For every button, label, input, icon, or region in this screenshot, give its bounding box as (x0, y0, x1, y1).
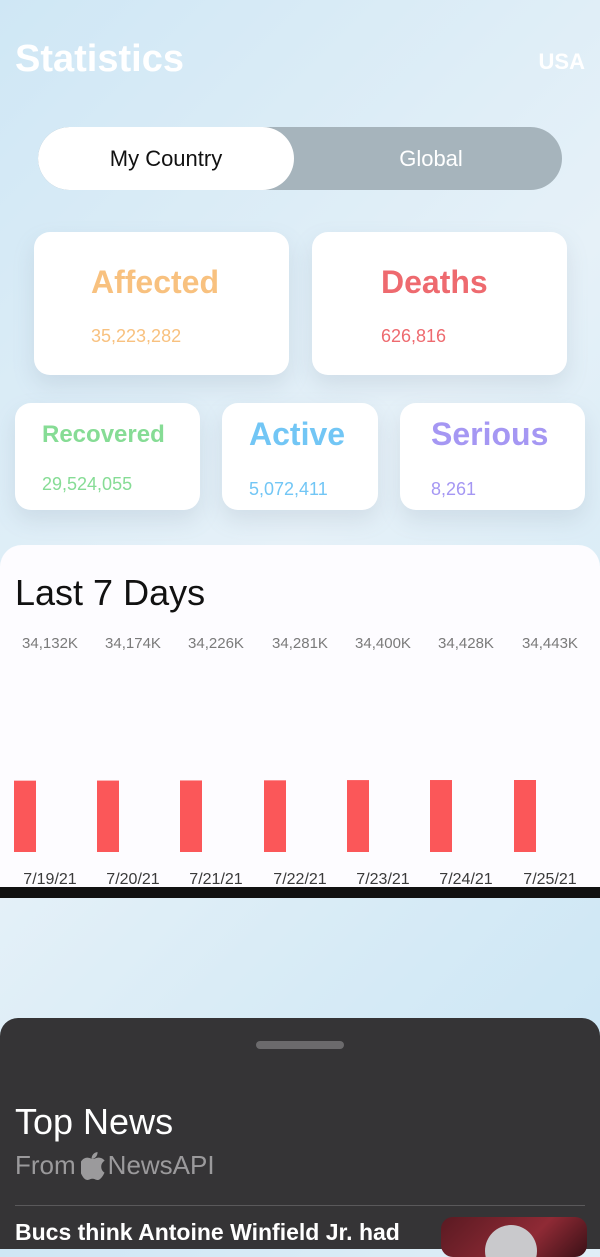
bar-date-label: 7/21/21 (189, 871, 242, 888)
chart-bar (347, 780, 369, 852)
news-title: Top News (15, 1101, 174, 1142)
bar-value-label: 34,428K (438, 635, 494, 652)
page-title: Statistics (15, 38, 184, 80)
bar-value-label: 34,281K (272, 635, 328, 652)
deaths-label: Deaths (381, 264, 488, 300)
news-from-prefix: From (15, 1150, 76, 1180)
affected-card: Affected 35,223,282 (34, 232, 289, 375)
segment-my-country[interactable]: My Country (38, 127, 294, 190)
bar-value-label: 34,132K (22, 635, 78, 652)
serious-card: Serious 8,261 (400, 403, 585, 510)
chart-title: Last 7 Days (15, 572, 206, 613)
chart-bar (180, 780, 202, 852)
deaths-value: 626,816 (381, 326, 447, 346)
separator-bar (0, 887, 600, 898)
chart-bar (264, 780, 286, 852)
bar-value-label: 34,174K (105, 635, 161, 652)
chart-bar (97, 780, 119, 852)
country-label[interactable]: USA (539, 49, 585, 75)
recovered-card: Recovered 29,524,055 (15, 403, 200, 510)
serious-value: 8,261 (431, 479, 477, 499)
affected-value: 35,223,282 (91, 326, 182, 346)
deaths-card: Deaths 626,816 (312, 232, 567, 375)
sheet-drag-handle[interactable] (256, 1041, 344, 1049)
bar-date-label: 7/20/21 (106, 871, 159, 888)
last-7-days-bar-chart: 34,132K 7/19/21 34,174K 7/20/21 34,226K 7/21/… (14, 635, 578, 888)
helmet-image-icon (485, 1225, 537, 1257)
apple-icon (79, 1151, 105, 1180)
serious-label: Serious (431, 416, 549, 452)
bar-date-label: 7/24/21 (439, 871, 492, 888)
news-thumbnail[interactable] (441, 1217, 587, 1257)
news-divider (15, 1205, 585, 1206)
bar-value-label: 34,443K (522, 635, 578, 652)
news-source-line: From NewsAPI (15, 1150, 215, 1181)
active-card: Active 5,072,411 (222, 403, 378, 510)
segment-global[interactable]: Global (300, 127, 562, 190)
recovered-label: Recovered (42, 421, 165, 448)
news-source-name: NewsAPI (107, 1150, 215, 1180)
bar-date-label: 7/23/21 (356, 871, 409, 888)
active-value: 5,072,411 (249, 479, 328, 499)
chart-bar (430, 780, 452, 852)
recovered-value: 29,524,055 (42, 474, 133, 494)
affected-label: Affected (91, 264, 220, 300)
chart-bar (514, 780, 536, 852)
bar-value-label: 34,226K (188, 635, 244, 652)
scope-segmented-control: My Country Global (38, 127, 562, 190)
bar-date-label: 7/22/21 (273, 871, 326, 888)
chart-bar (14, 780, 36, 852)
active-label: Active (249, 416, 346, 452)
bar-date-label: 7/19/21 (23, 871, 76, 888)
bar-value-label: 34,400K (355, 635, 411, 652)
news-headline[interactable]: Bucs think Antoine Winfield Jr. had (15, 1219, 400, 1246)
bar-date-label: 7/25/21 (523, 871, 576, 888)
